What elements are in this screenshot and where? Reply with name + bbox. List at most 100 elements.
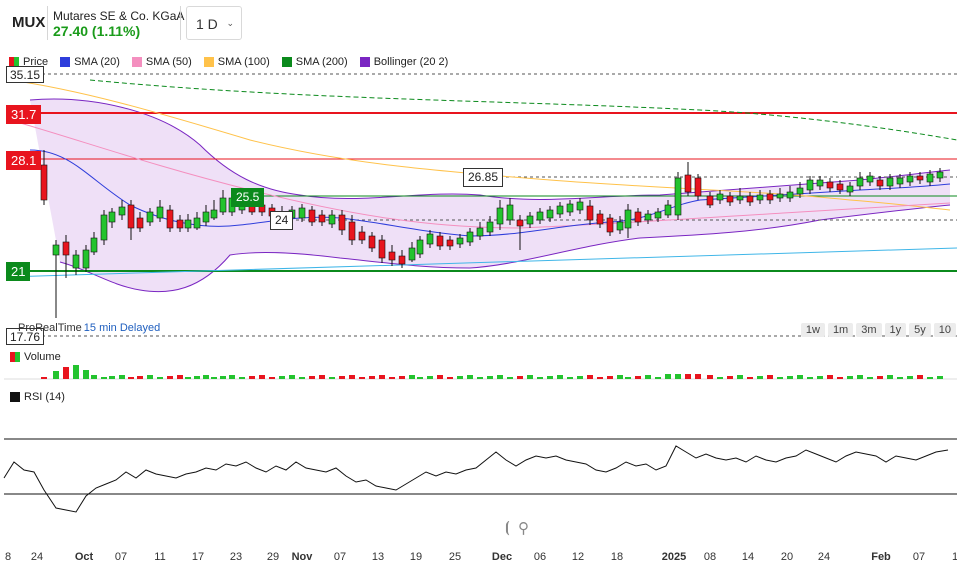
candle [446, 239, 454, 247]
candle [328, 214, 336, 225]
x-axis-tick: 06 [533, 551, 547, 563]
sma200-swatch-icon [281, 57, 292, 67]
candle [556, 205, 564, 215]
range-button-5y[interactable]: 5y [909, 323, 931, 337]
volume-bar [707, 375, 713, 379]
volume-bar [128, 377, 134, 379]
range-button-1y[interactable]: 1y [884, 323, 907, 337]
candle [786, 191, 794, 199]
legend-item-sma100[interactable]: SMA (100) [201, 54, 273, 70]
candle [654, 211, 662, 219]
candle [674, 177, 682, 216]
candle [926, 173, 934, 183]
x-axis-tick: 25 [448, 551, 462, 563]
x-axis-tick: 14 [741, 551, 755, 563]
candle [546, 209, 554, 219]
volume-bar [83, 370, 89, 379]
range-button-3m[interactable]: 3m [856, 323, 882, 337]
volume-bar [349, 375, 355, 379]
zoom-out-icon[interactable]: ⦗ [505, 519, 510, 537]
range-selector: 1w 1m 3m 1y 5y 10 [800, 323, 956, 337]
legend-item-sma200[interactable]: SMA (200) [279, 54, 351, 70]
volume-bar [167, 376, 173, 379]
candle [856, 177, 864, 187]
candle [664, 204, 672, 216]
volume-bar [487, 376, 493, 379]
candle [806, 179, 814, 191]
candle [348, 221, 356, 241]
volume-bar [389, 377, 395, 379]
candle [896, 177, 904, 185]
candle [826, 181, 834, 189]
x-axis-tick: 29 [266, 551, 280, 563]
candle [156, 206, 164, 219]
candle [210, 209, 218, 219]
volume-label: Volume [24, 351, 61, 363]
legend-label: SMA (200) [295, 56, 348, 68]
volume-bar [597, 377, 603, 379]
x-axis-tick: 24 [30, 551, 44, 563]
volume-bar [727, 376, 733, 379]
range-button-1w[interactable]: 1w [800, 323, 825, 337]
volume-bar [137, 376, 143, 379]
volume-bar [249, 376, 255, 379]
x-axis-tick: Dec [491, 551, 513, 563]
volume-bar [119, 375, 125, 379]
volume-bar [211, 377, 217, 379]
volume-bar [695, 374, 701, 379]
volume-bar [289, 375, 295, 379]
volume-bar [53, 371, 59, 379]
zoom-in-icon[interactable]: ⚲ [518, 519, 529, 537]
candle [526, 215, 534, 225]
volume-bar [767, 375, 773, 379]
timeframe-select[interactable]: 1 D ⌄ [186, 6, 242, 40]
sma200-line [89, 79, 957, 141]
candle [876, 179, 884, 187]
legend-item-sma20[interactable]: SMA (20) [57, 54, 123, 70]
x-axis-tick: Feb [871, 551, 891, 563]
volume-bar [194, 376, 200, 379]
volume-bar [409, 375, 415, 379]
range-button-1m[interactable]: 1m [827, 323, 854, 337]
x-axis-tick: 17 [191, 551, 205, 563]
volume-bar [319, 375, 325, 379]
volume-bar [417, 377, 423, 379]
annotation-box: 24 [270, 211, 294, 230]
volume-bar [477, 377, 483, 379]
candle [368, 235, 376, 249]
candle [566, 203, 574, 213]
volume-bar [329, 377, 335, 379]
candle [52, 244, 60, 256]
candle [706, 195, 714, 206]
volume-bar [41, 377, 47, 379]
price-chart[interactable] [0, 0, 957, 569]
volume-bar [807, 377, 813, 379]
candle [624, 209, 632, 229]
volume-bar [847, 376, 853, 379]
indicator-legend: Price SMA (20) SMA (50) SMA (100) SMA (2… [6, 54, 451, 70]
volume-bar [437, 375, 443, 379]
legend-item-bollinger[interactable]: Bollinger (20 2) [357, 54, 452, 70]
last-quote: 27.40 (1.11%) [53, 23, 141, 39]
legend-item-sma50[interactable]: SMA (50) [129, 54, 195, 70]
volume-bar [607, 376, 613, 379]
candle [516, 219, 524, 227]
legend-label: SMA (100) [217, 56, 270, 68]
sma100-swatch-icon [203, 57, 214, 67]
candle [716, 193, 724, 201]
candle [694, 177, 702, 197]
candle [576, 201, 584, 211]
volume-swatch-icon [10, 352, 20, 362]
volume-bar [747, 377, 753, 379]
annotation-box: 26.85 [463, 168, 504, 187]
range-button-10y[interactable]: 10 [933, 323, 956, 337]
volume-bar [279, 376, 285, 379]
volume-bar [507, 377, 513, 379]
volume-bar [220, 376, 226, 379]
volume-bar [867, 377, 873, 379]
candle [416, 239, 424, 255]
candle [684, 174, 692, 193]
time-axis: 8 24 Oct 07 11 17 23 29 Nov 07 13 19 25 Dec 06 12 18 2025… [0, 551, 957, 569]
candle [90, 237, 98, 253]
x-axis-tick: Oct [74, 551, 94, 563]
